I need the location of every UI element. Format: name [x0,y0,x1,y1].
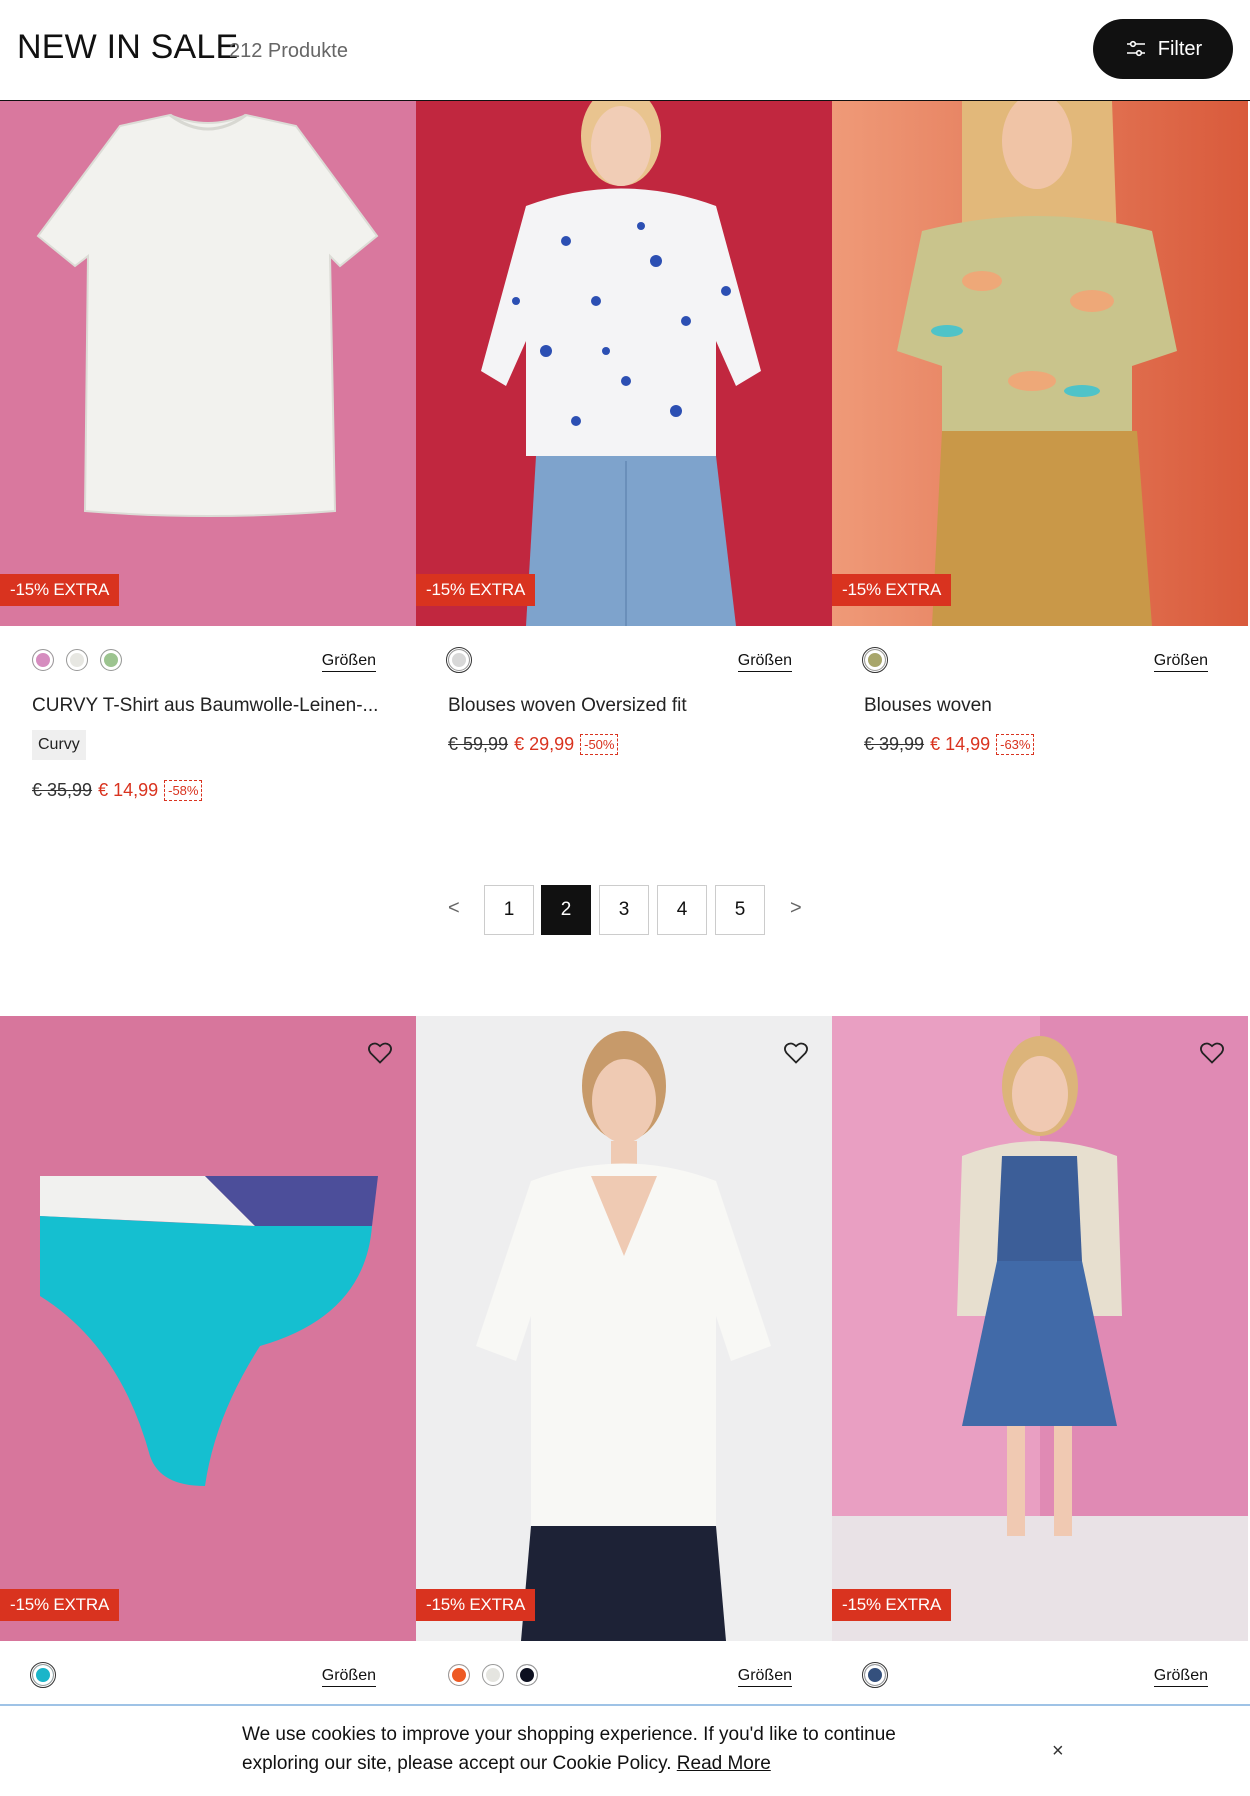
product-image[interactable]: -15% EXTRA [416,101,832,626]
sizes-link[interactable]: Größen [321,652,376,672]
page-button[interactable]: 3 [599,885,649,935]
color-swatches [446,647,472,673]
sale-price: € 14,99 [930,734,991,754]
prev-page-button[interactable]: < [448,897,460,920]
color-swatch[interactable] [66,649,88,671]
price-row: € 35,99 € 14,99 -58% [32,780,203,801]
read-more-link[interactable]: Read More [677,1753,771,1774]
color-swatch[interactable] [100,649,122,671]
extra-discount-badge: -15% EXTRA [832,1589,952,1621]
color-swatch[interactable] [482,1664,504,1686]
wishlist-heart-icon[interactable] [782,1038,810,1066]
color-swatches [862,1662,888,1688]
price-row: € 39,99 € 14,99 -63% [864,734,1035,755]
original-price: € 59,99 [448,734,509,754]
discount-badge: -50% [580,734,619,755]
original-price: € 39,99 [864,734,925,754]
wishlist-heart-icon[interactable] [1198,1038,1226,1066]
product-card[interactable]: -15% EXTRA Größen Blouses woven Oversize… [416,101,832,831]
cookie-banner: We use cookies to improve your shopping … [0,1704,1250,1796]
color-swatch[interactable] [30,1662,56,1688]
color-swatch[interactable] [446,647,472,673]
product-image[interactable]: -15% EXTRA [416,1016,832,1641]
discount-badge: -63% [996,734,1035,755]
color-swatch[interactable] [862,1662,888,1688]
sizes-link[interactable]: Größen [737,1667,792,1687]
extra-discount-badge: -15% EXTRA [0,1589,120,1621]
color-swatch[interactable] [448,1664,470,1686]
product-card[interactable]: -15% EXTRA Größen [832,1016,1248,1696]
color-swatch[interactable] [862,647,888,673]
sale-price: € 29,99 [514,734,575,754]
product-card[interactable]: -15% EXTRA Größen [0,1016,416,1696]
page-button[interactable]: 4 [657,885,707,935]
sizes-link[interactable]: Größen [737,652,792,672]
cookie-text: We use cookies to improve your shopping … [242,1724,896,1774]
product-image[interactable]: -15% EXTRA [832,101,1248,626]
color-swatch[interactable] [32,649,54,671]
model-blouse-image [481,101,761,626]
product-card[interactable]: -15% EXTRA Größen CURVY T-Shirt aus Baum… [0,101,416,831]
product-name[interactable]: Blouses woven [864,695,992,717]
sale-price: € 14,99 [98,780,159,800]
sizes-link[interactable]: Größen [1153,652,1208,672]
color-swatches [448,1664,538,1686]
model-denim-dress-image [832,1036,1248,1641]
extra-discount-badge: -15% EXTRA [416,1589,536,1621]
color-swatches [32,649,122,671]
color-swatches [30,1662,56,1688]
extra-discount-badge: -15% EXTRA [832,574,952,606]
model-white-blouse-image [476,1031,771,1641]
original-price: € 35,99 [32,780,93,800]
filter-button[interactable]: Filter [1093,19,1233,79]
cookie-message: We use cookies to improve your shopping … [242,1720,942,1778]
page-header: NEW IN SALE 212 Produkte Filter [0,0,1250,101]
extra-discount-badge: -15% EXTRA [0,574,120,606]
filter-label: Filter [1157,37,1203,60]
color-swatches [862,647,888,673]
sizes-link[interactable]: Größen [321,1667,376,1687]
product-tag: Curvy [32,730,86,760]
product-image[interactable]: -15% EXTRA [0,1016,416,1641]
discount-badge: -58% [164,780,203,801]
close-icon[interactable]: × [1052,1740,1064,1763]
page-title: NEW IN SALE [17,28,239,66]
page-button[interactable]: 1 [484,885,534,935]
pagination: < 1 2 3 4 5 > [0,885,1250,937]
sliders-icon [1126,40,1145,57]
bikini-bottom-image [40,1176,378,1486]
next-page-button[interactable]: > [790,897,802,920]
page-button-current[interactable]: 2 [541,885,591,935]
model-floral-top-image [897,101,1177,626]
product-name[interactable]: Blouses woven Oversized fit [448,695,687,717]
wishlist-heart-icon[interactable] [366,1038,394,1066]
product-image[interactable]: -15% EXTRA [832,1016,1248,1641]
price-row: € 59,99 € 29,99 -50% [448,734,619,755]
extra-discount-badge: -15% EXTRA [416,574,536,606]
product-card[interactable]: -15% EXTRA Größen [416,1016,832,1696]
page-button[interactable]: 5 [715,885,765,935]
tshirt-image [36,113,379,517]
product-name[interactable]: CURVY T-Shirt aus Baumwolle-Leinen-... [32,695,378,717]
product-count: 212 Produkte [229,40,348,62]
color-swatch[interactable] [516,1664,538,1686]
product-card[interactable]: -15% EXTRA Größen Blouses woven € 39,99 … [832,101,1248,831]
product-image[interactable]: -15% EXTRA [0,101,416,626]
sizes-link[interactable]: Größen [1153,1667,1208,1687]
